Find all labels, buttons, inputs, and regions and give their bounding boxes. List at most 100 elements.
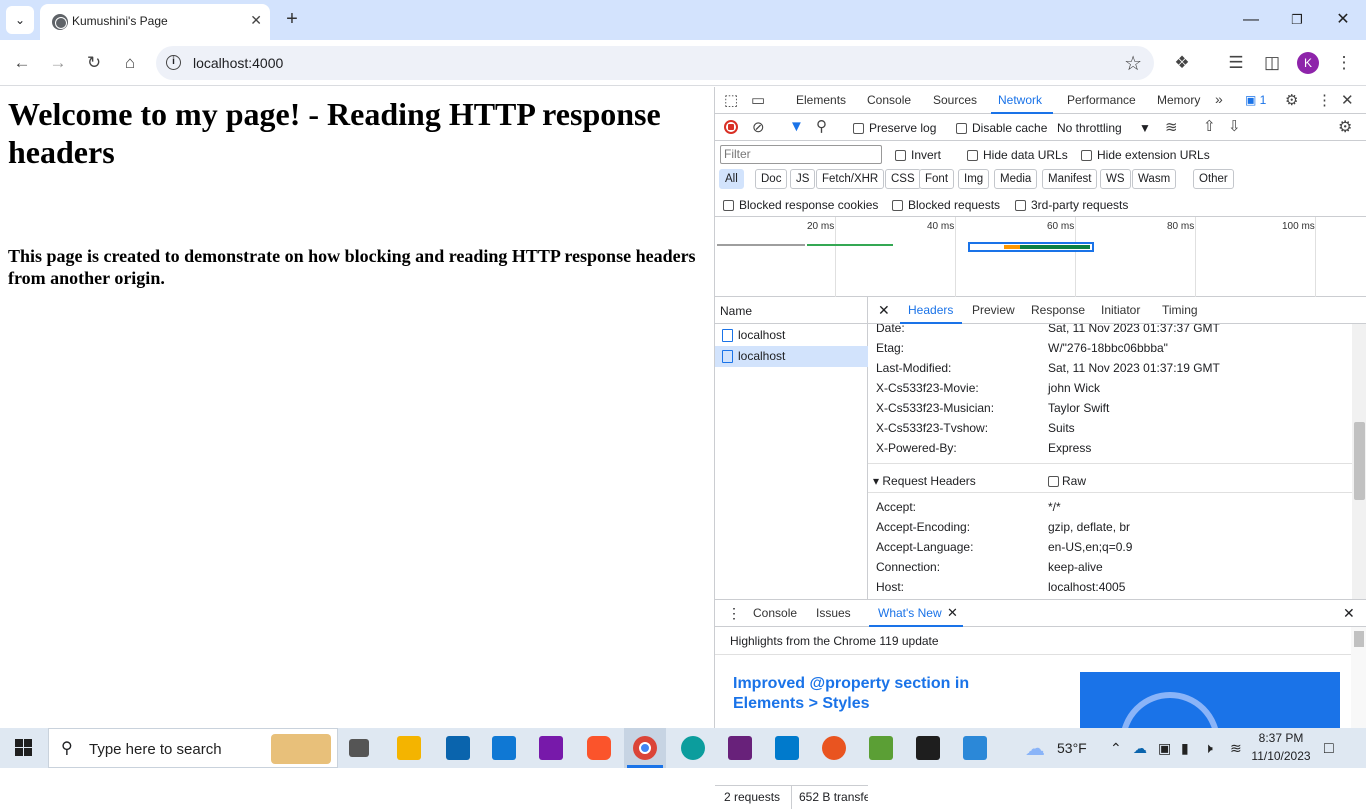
url-text[interactable]: localhost:4000 [193, 55, 283, 71]
third-party-checkbox[interactable]: 3rd-party requests [1015, 198, 1128, 212]
blocked-cookies-checkbox[interactable]: Blocked response cookies [723, 198, 878, 212]
drawer-scrollbar[interactable] [1351, 627, 1366, 729]
windows-start-icon[interactable] [15, 739, 33, 757]
tab-response[interactable]: Response [1031, 303, 1085, 317]
scrollbar-thumb[interactable] [1354, 422, 1365, 500]
type-filter-fetch[interactable]: Fetch/XHR [816, 169, 885, 189]
photos-icon[interactable] [963, 736, 987, 760]
close-drawer-tab-icon[interactable]: ✕ [947, 605, 958, 621]
type-filter-js[interactable]: JS [790, 169, 816, 189]
drawer-menu-icon[interactable]: ⋮ [727, 605, 741, 622]
network-conditions-icon[interactable]: ≋ [1165, 118, 1178, 136]
clock-time[interactable]: 8:37 PM [1252, 731, 1310, 745]
back-button[interactable]: ← [8, 49, 36, 77]
type-filter-ws[interactable]: WS [1100, 169, 1131, 189]
chart-app-icon[interactable] [869, 736, 893, 760]
meet-icon[interactable]: ▣ [1158, 740, 1171, 757]
browser-tab[interactable]: Kumushini's Page ✕ [40, 4, 270, 40]
avatar[interactable]: K [1297, 52, 1319, 74]
forward-button[interactable]: → [44, 49, 72, 77]
tab-search-button[interactable]: ⌄ [6, 6, 34, 34]
new-tab-button[interactable]: + [279, 7, 305, 33]
scrollbar-thumb[interactable] [1354, 631, 1364, 647]
terminal-icon[interactable] [916, 736, 940, 760]
battery-icon[interactable]: ▮ [1181, 740, 1189, 757]
hide-extension-urls-checkbox[interactable]: Hide extension URLs [1081, 148, 1210, 162]
tab-timing[interactable]: Timing [1162, 303, 1198, 317]
preserve-log-checkbox[interactable]: Preserve log [853, 121, 936, 135]
home-button[interactable]: ⌂ [116, 49, 144, 77]
type-filter-media[interactable]: Media [994, 169, 1038, 189]
media-control-icon[interactable]: ☰ [1222, 49, 1250, 77]
import-har-icon[interactable]: ⇧ [1203, 117, 1216, 135]
onenote-icon[interactable] [539, 736, 563, 760]
tab-console[interactable]: Console [867, 93, 911, 107]
tab-preview[interactable]: Preview [972, 303, 1015, 317]
visual-studio-icon[interactable] [728, 736, 752, 760]
raw-checkbox[interactable]: Raw [1048, 474, 1086, 488]
weather-temp[interactable]: 53°F [1057, 740, 1087, 756]
mail-icon[interactable] [446, 736, 470, 760]
type-filter-font[interactable]: Font [919, 169, 955, 189]
more-tabs-icon[interactable]: » [1215, 91, 1223, 107]
menu-kebab-icon[interactable]: ⋮ [1330, 49, 1358, 77]
type-filter-css[interactable]: CSS [885, 169, 921, 189]
device-toolbar-icon[interactable]: ▭ [751, 91, 765, 109]
task-view-icon[interactable] [349, 739, 369, 757]
list-item[interactable]: localhost [715, 346, 868, 367]
list-item[interactable]: localhost [715, 325, 868, 346]
taskbar-search-box[interactable]: ⚲ Type here to search [48, 728, 338, 768]
throttling-select[interactable]: No throttling ▼ [1057, 121, 1151, 135]
blocked-requests-checkbox[interactable]: Blocked requests [892, 198, 1000, 212]
headers-scrollbar[interactable] [1352, 324, 1366, 599]
chevron-up-icon[interactable]: ⌃ [1110, 740, 1122, 757]
extensions-icon[interactable]: ❖ [1168, 49, 1196, 77]
type-filter-all[interactable]: All [719, 169, 744, 189]
search-icon[interactable]: ⚲ [816, 117, 827, 135]
file-explorer-icon[interactable] [397, 736, 421, 760]
close-drawer-icon[interactable]: ✕ [1343, 605, 1355, 622]
type-filter-doc[interactable]: Doc [755, 169, 788, 189]
tab-elements[interactable]: Elements [796, 93, 846, 107]
onedrive-icon[interactable]: ☁ [1133, 740, 1147, 757]
feature-title[interactable]: Improved @property section in Elements >… [733, 674, 993, 714]
hide-data-urls-checkbox[interactable]: Hide data URLs [967, 148, 1068, 162]
tab-memory[interactable]: Memory [1157, 93, 1200, 107]
cloud-weather-icon[interactable]: ☁ [1025, 736, 1045, 761]
customize-kebab-icon[interactable]: ⋮ [1317, 91, 1332, 109]
close-tab-icon[interactable]: ✕ [250, 12, 262, 29]
outlook-icon[interactable] [492, 736, 516, 760]
filter-input[interactable]: Filter [720, 145, 882, 164]
request-headers-section[interactable]: ▾ Request Headers [873, 474, 976, 488]
type-filter-wasm[interactable]: Wasm [1132, 169, 1177, 189]
type-filter-img[interactable]: Img [958, 169, 990, 189]
disable-cache-checkbox[interactable]: Disable cache [956, 121, 1047, 135]
tab-headers[interactable]: Headers [908, 303, 953, 317]
network-settings-gear-icon[interactable]: ⚙ [1338, 117, 1352, 137]
clock-date[interactable]: 11/10/2023 [1250, 749, 1312, 763]
side-panel-icon[interactable]: ◫ [1258, 49, 1286, 77]
invert-checkbox[interactable]: Invert [895, 148, 941, 162]
issues-badge[interactable]: ▣ 1 [1245, 93, 1266, 107]
brave-browser-icon[interactable] [587, 736, 611, 760]
tab-sources[interactable]: Sources [933, 93, 977, 107]
drawer-tab-whats-new[interactable]: What's New [878, 606, 942, 620]
close-detail-icon[interactable]: ✕ [878, 302, 890, 319]
notifications-icon[interactable]: □ [1324, 740, 1334, 758]
edge-icon[interactable] [681, 736, 705, 760]
volume-icon[interactable]: 🕨 [1204, 740, 1213, 757]
info-icon[interactable]: i [166, 55, 181, 70]
close-devtools-icon[interactable]: ✕ [1341, 91, 1354, 109]
wifi-icon[interactable]: ≋ [1230, 740, 1242, 757]
tab-network[interactable]: Network [998, 93, 1042, 107]
network-overview-timeline[interactable]: 20 ms 40 ms 60 ms 80 ms 100 ms [715, 217, 1366, 297]
inspect-element-icon[interactable]: ⬚ [724, 91, 738, 109]
address-bar[interactable]: i localhost:4000 ☆ [156, 46, 1154, 80]
tab-performance[interactable]: Performance [1067, 93, 1136, 107]
type-filter-manifest[interactable]: Manifest [1042, 169, 1098, 189]
drawer-tab-console[interactable]: Console [753, 606, 797, 620]
chrome-icon[interactable] [633, 736, 657, 760]
ubuntu-icon[interactable] [822, 736, 846, 760]
export-har-icon[interactable]: ⇩ [1228, 117, 1241, 135]
drawer-tab-issues[interactable]: Issues [816, 606, 851, 620]
